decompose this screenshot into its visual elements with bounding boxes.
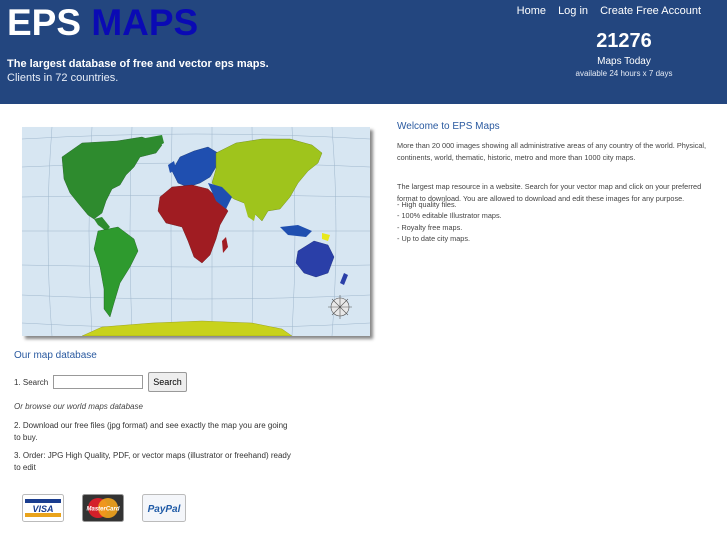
step-download-text: 2. Download our free files (jpg format) …	[14, 421, 288, 442]
search-label: 1. Search	[14, 377, 49, 387]
counter-number: 21276	[596, 30, 652, 52]
site-logo[interactable]: EPS MAPS	[7, 2, 198, 44]
search-input[interactable]	[53, 375, 144, 389]
logo-maps-text: MAPS	[91, 2, 199, 43]
nav-login-link[interactable]: Log in	[558, 5, 588, 17]
madagascar-shape	[222, 237, 228, 253]
compass-rose-icon	[328, 295, 352, 319]
paypal-text: PayPal	[148, 504, 181, 515]
site-tagline: The largest database of free and vector …	[7, 58, 269, 70]
counter-label: Maps Today	[597, 56, 651, 67]
logo-eps-text: EPS	[7, 2, 82, 43]
nav-create-account-link[interactable]: Create Free Account	[600, 5, 701, 17]
visa-text: VISA	[32, 504, 53, 514]
visa-logo: VISA	[22, 494, 64, 522]
search-row: 1. Search Search	[14, 372, 187, 392]
feature-item: - 100% editable Illustrator maps.	[397, 211, 502, 221]
maps-counter: 21276 Maps Today available 24 hours x 7 …	[566, 30, 682, 78]
step-order-text: 3. Order: JPG High Quality, PDF, or vect…	[14, 451, 291, 472]
europe-shape	[171, 146, 219, 188]
features-list: - High quality files. - 100% editable Il…	[397, 199, 502, 245]
india-shape	[244, 203, 258, 221]
welcome-heading: Welcome to EPS Maps	[397, 121, 500, 132]
feature-item: - Up to date city maps.	[397, 234, 470, 244]
browse-world-maps-link[interactable]: Or browse our world maps database	[14, 402, 143, 411]
feature-item: - Royalty free maps.	[397, 222, 463, 232]
australia-shape	[295, 240, 335, 278]
north-america-shape	[61, 136, 163, 220]
nav-home-link[interactable]: Home	[517, 5, 546, 17]
mastercard-logo: MasterCard	[82, 494, 124, 522]
world-map-image[interactable]	[22, 127, 370, 336]
feature-item: - High quality files.	[397, 200, 457, 209]
site-header: EPS MAPS The largest database of free an…	[0, 0, 727, 104]
mastercard-text: MasterCard	[86, 507, 119, 513]
search-button[interactable]: Search	[148, 372, 187, 392]
map-database-heading: Our map database	[14, 350, 97, 361]
indonesia-shape	[280, 225, 312, 237]
counter-availability: available 24 hours x 7 days	[575, 69, 673, 78]
paypal-logo: PayPal	[142, 494, 186, 522]
clients-count-text: Clients in 72 countries.	[7, 72, 119, 84]
top-nav: Home Log in Create Free Account	[508, 5, 701, 17]
asia-shape	[211, 138, 323, 222]
south-america-shape	[93, 226, 139, 318]
new-zealand-shape	[340, 273, 348, 285]
intro-paragraph: More than 20 000 images showing all admi…	[397, 141, 707, 162]
papua-highlight-shape	[322, 233, 330, 241]
antarctica-shape	[81, 320, 293, 336]
